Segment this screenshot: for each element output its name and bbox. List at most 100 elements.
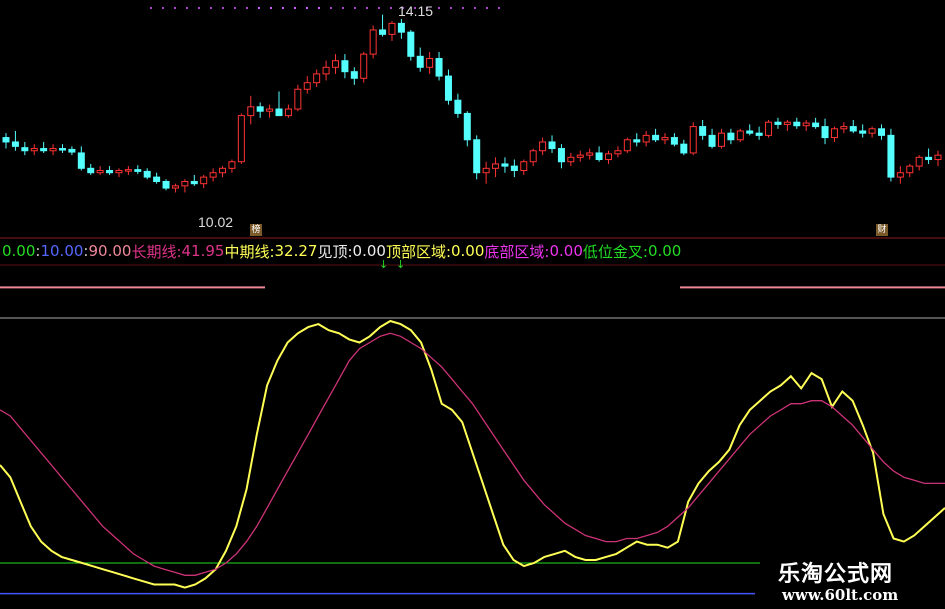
legend-item-15: 低位金叉: [582, 242, 648, 261]
grid-dot [342, 7, 344, 9]
candle-down [341, 60, 349, 73]
grid-dot [330, 7, 332, 9]
grid-dot [318, 7, 320, 9]
candle-up [661, 137, 669, 141]
candle-up [765, 121, 773, 136]
candle-down [153, 176, 161, 182]
candlestick-series [2, 14, 942, 193]
candle-up [906, 165, 914, 174]
candle-down [21, 147, 29, 152]
candle-down [454, 99, 462, 114]
candle-down [2, 137, 10, 143]
grid-dot [150, 7, 152, 9]
candle-up [247, 106, 255, 117]
candle-up [303, 82, 311, 90]
candle-down [463, 112, 471, 141]
candle-up [868, 128, 876, 134]
candle-up [567, 156, 575, 163]
candle-down [812, 122, 820, 128]
grid-dot [474, 7, 476, 9]
grid-dot [366, 7, 368, 9]
candle-down [134, 169, 142, 172]
candle-down [746, 130, 754, 134]
candle-down [699, 126, 707, 136]
candle-up [896, 172, 904, 178]
candle-up [228, 161, 236, 169]
grid-dot [222, 7, 224, 9]
legend-item-4: 90.00 [88, 242, 132, 260]
candle-down [878, 128, 886, 136]
candle-up [200, 176, 208, 185]
candle-down [727, 132, 735, 141]
legend-item-7: 中期线: [224, 242, 275, 261]
price-high-label: 14.15 [398, 3, 434, 19]
news-badge-right[interactable]: 财 [876, 224, 888, 236]
candle-down [557, 148, 565, 163]
candle-down [143, 170, 151, 178]
grid-dot [354, 7, 356, 9]
candle-up [529, 150, 537, 163]
indicator-legend: 0.00 : 10.00 : 90.00 长期线: 41.95 中期线: 32.… [2, 241, 681, 261]
candle-down [652, 134, 660, 141]
stock-chart: ↓ ↓ [0, 7, 945, 595]
grid-dot [270, 7, 272, 9]
candle-up [331, 60, 339, 68]
mid-term-line [0, 319, 945, 589]
candle-up [576, 154, 584, 158]
candle-up [369, 29, 377, 55]
candle-down [510, 165, 518, 172]
candle-up [642, 134, 650, 143]
candle-up [209, 172, 217, 178]
candle-down [633, 139, 641, 143]
candle-down [473, 139, 481, 174]
grid-dot [306, 7, 308, 9]
candle-down [106, 170, 114, 174]
indicator-lines [0, 319, 945, 589]
candle-down [755, 132, 763, 136]
candle-up [689, 126, 697, 154]
candle-up [934, 154, 942, 161]
candle-up [388, 22, 396, 35]
grid-dot [486, 7, 488, 9]
legend-item-9: 见顶: [317, 242, 353, 261]
news-badge-left[interactable]: 榜 [250, 224, 262, 236]
candle-up [294, 88, 302, 110]
watermark-url: www.60lt.com [782, 586, 899, 604]
price-top-dots [150, 7, 500, 9]
candle-down [397, 22, 405, 33]
candle-up [237, 115, 245, 163]
candle-down [670, 137, 678, 145]
candle-down [595, 152, 603, 161]
candle-down [379, 29, 387, 35]
candle-down [68, 148, 76, 153]
legend-item-5: 长期线: [131, 242, 182, 261]
grid-dot [198, 7, 200, 9]
grid-dot [258, 7, 260, 9]
candle-down [407, 31, 415, 57]
grid-dot [246, 7, 248, 9]
candle-down [548, 141, 556, 150]
candle-up [783, 121, 791, 125]
candle-up [284, 108, 292, 117]
grid-dot [462, 7, 464, 9]
legend-item-6: 41.95 [181, 242, 225, 260]
watermark-title: 乐淘公式网 [778, 562, 894, 587]
candle-up [802, 122, 810, 127]
candle-down [708, 134, 716, 147]
candle-down [887, 134, 895, 178]
candle-up [539, 141, 547, 152]
candle-down [350, 71, 358, 79]
candle-down [774, 121, 782, 125]
candle-down [859, 130, 867, 134]
grid-dot [210, 7, 212, 9]
candle-up [219, 167, 227, 174]
candle-down [925, 156, 933, 161]
candle-down [793, 121, 801, 127]
candle-up [171, 185, 179, 189]
candle-up [840, 126, 848, 130]
candle-down [501, 163, 509, 167]
candle-down [256, 106, 264, 112]
candle-up [322, 66, 330, 75]
candle-down [87, 167, 95, 174]
legend-item-8: 32.27 [274, 242, 318, 260]
